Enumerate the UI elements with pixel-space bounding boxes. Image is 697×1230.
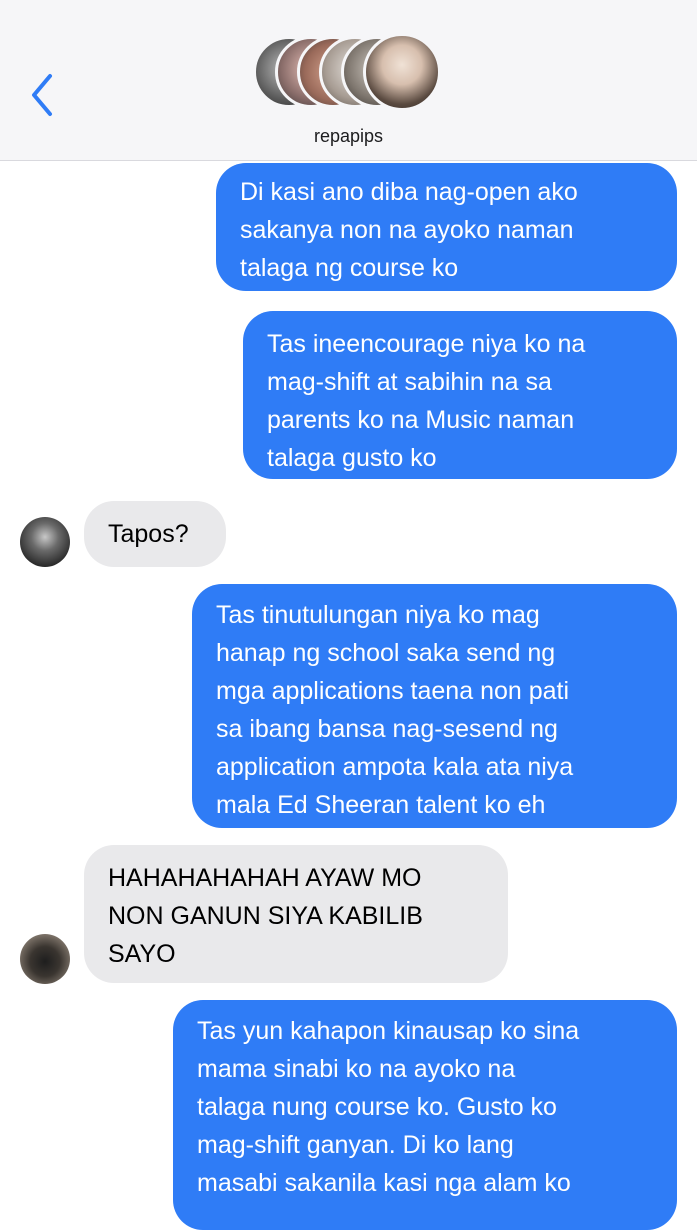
message-bubble-outgoing[interactable]: Tas tinutulungan niya ko mag hanap ng sc… — [192, 584, 677, 828]
message-bubble-incoming[interactable]: Tapos? — [84, 501, 226, 567]
group-avatars[interactable] — [253, 33, 448, 112]
group-avatar — [363, 33, 441, 111]
message-bubble-outgoing[interactable]: Tas yun kahapon kinausap ko sina mama si… — [173, 1000, 677, 1230]
message-bubble-incoming[interactable]: HAHAHAHAHAH AYAW MO NON GANUN SIYA KABIL… — [84, 845, 508, 983]
group-name[interactable]: repapips — [0, 126, 697, 147]
chevron-left-icon — [32, 74, 52, 116]
message-bubble-outgoing[interactable]: Di kasi ano diba nag-open ako sakanya no… — [216, 163, 677, 291]
message-bubble-outgoing[interactable]: Tas ineencourage niya ko na mag-shift at… — [243, 311, 677, 479]
sender-avatar[interactable] — [20, 517, 70, 567]
conversation-header: repapips — [0, 0, 697, 161]
back-button[interactable] — [22, 70, 62, 120]
sender-avatar[interactable] — [20, 934, 70, 984]
